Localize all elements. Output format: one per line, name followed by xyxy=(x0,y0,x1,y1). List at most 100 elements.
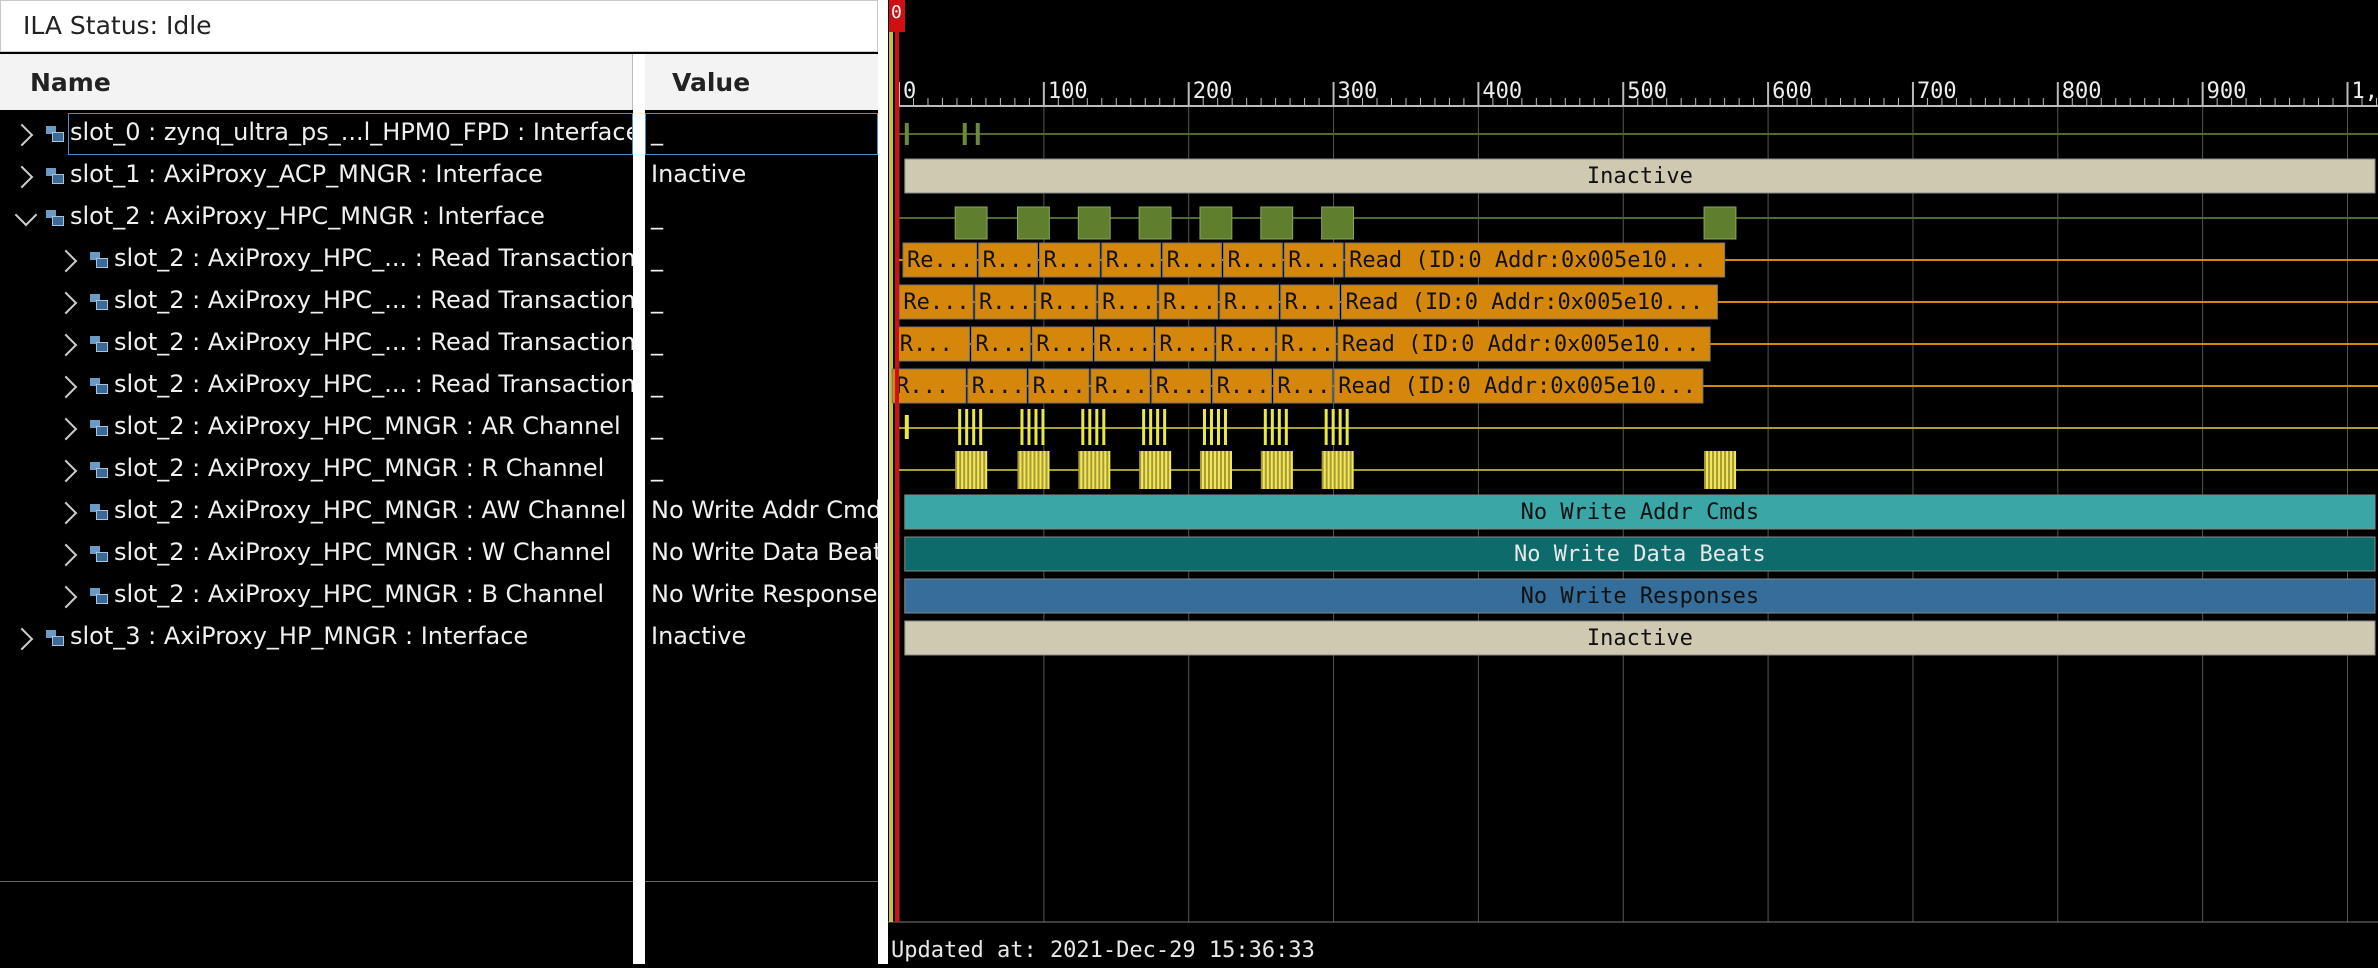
chevron-down-icon[interactable] xyxy=(15,204,38,227)
interface-icon xyxy=(46,630,64,646)
signal-name: slot_2 : AxiProxy_HPC_MNGR : W Channel xyxy=(114,538,611,566)
chevron-right-icon[interactable] xyxy=(11,166,34,189)
signal-row[interactable]: slot_3 : AxiProxy_HP_MNGR : Interface xyxy=(0,617,633,659)
ruler-label: 400 xyxy=(1482,79,1522,104)
selected-row-outline xyxy=(68,113,633,155)
chevron-right-icon[interactable] xyxy=(55,418,78,441)
signal-name: slot_2 : AxiProxy_HPC_MNGR : R Channel xyxy=(114,454,604,482)
r-beat xyxy=(1324,451,1326,489)
r-beat xyxy=(1336,451,1338,489)
bar-label: Read (ID:0 Addr:0x005e10... xyxy=(1349,248,1707,273)
signal-name: slot_2 : AxiProxy_HPC_MNGR : AW Channel xyxy=(114,496,626,524)
r-beat xyxy=(1348,451,1350,489)
chevron-right-icon[interactable] xyxy=(55,376,78,399)
signal-value[interactable]: No Write Data Beats xyxy=(645,533,878,575)
r-beat xyxy=(1730,451,1732,489)
ar-pulse xyxy=(1163,409,1166,445)
name-column-header[interactable]: Name xyxy=(0,54,633,110)
signal-row[interactable]: slot_2 : AxiProxy_HPC_MNGR : Interface xyxy=(0,197,633,239)
signal-row[interactable]: slot_2 : AxiProxy_HPC_MNGR : AW Channel xyxy=(0,491,633,533)
bar-label: R... xyxy=(1288,248,1341,273)
ar-pulse xyxy=(1027,409,1030,445)
signal-value[interactable]: _ xyxy=(645,365,878,407)
ruler-label: 0 xyxy=(903,79,916,104)
bar-label: R... xyxy=(1159,332,1212,357)
signal-row[interactable]: slot_2 : AxiProxy_HPC_MNGR : R Channel xyxy=(0,449,633,491)
signal-value[interactable]: Inactive xyxy=(645,617,878,659)
r-beat xyxy=(1344,451,1346,489)
signal-value[interactable]: _ xyxy=(645,239,878,281)
chevron-right-icon[interactable] xyxy=(55,502,78,525)
signal-name: slot_3 : AxiProxy_HP_MNGR : Interface xyxy=(70,622,528,650)
chevron-right-icon[interactable] xyxy=(11,628,34,651)
signal-value-text: Inactive xyxy=(651,622,746,650)
signal-row[interactable]: slot_2 : AxiProxy_HPC_MNGR : AR Channel xyxy=(0,407,633,449)
ar-pulse xyxy=(1210,409,1213,445)
r-beat xyxy=(1352,451,1354,489)
bar-label: R... xyxy=(972,374,1025,399)
signal-row[interactable]: slot_1 : AxiProxy_ACP_MNGR : Interface xyxy=(0,155,633,197)
signal-value[interactable]: _ xyxy=(645,449,878,491)
bar-label: R... xyxy=(975,332,1028,357)
interface-icon xyxy=(90,588,108,604)
r-beat xyxy=(1706,451,1708,489)
signal-value[interactable]: Inactive xyxy=(645,155,878,197)
viewport-edge xyxy=(889,0,893,922)
r-beat xyxy=(1287,451,1289,489)
chevron-right-icon[interactable] xyxy=(55,460,78,483)
chevron-right-icon[interactable] xyxy=(11,124,34,147)
chevron-right-icon[interactable] xyxy=(55,544,78,567)
signal-value-text: _ xyxy=(651,412,663,440)
signal-value[interactable]: _ xyxy=(645,323,878,365)
bar-label: R... xyxy=(1285,290,1338,315)
r-beat xyxy=(1141,451,1143,489)
r-beat xyxy=(1206,451,1208,489)
burst-block xyxy=(1200,207,1232,239)
signal-value[interactable]: _ xyxy=(645,197,878,239)
r-beat xyxy=(1275,451,1277,489)
signal-value-text: _ xyxy=(651,286,663,314)
signal-row[interactable]: slot_2 : AxiProxy_HPC_... : Read Transac… xyxy=(0,323,633,365)
r-beat xyxy=(1161,451,1163,489)
bar-label: R... xyxy=(900,332,953,357)
chevron-right-icon[interactable] xyxy=(55,292,78,315)
signal-row[interactable]: slot_2 : AxiProxy_HPC_... : Read Transac… xyxy=(0,239,633,281)
signal-value[interactable]: No Write Addr Cmds xyxy=(645,491,878,533)
r-beat xyxy=(1218,451,1220,489)
signal-value[interactable]: No Write Responses xyxy=(645,575,878,617)
chevron-right-icon[interactable] xyxy=(55,250,78,273)
ar-pulse xyxy=(1142,409,1145,445)
bar-label: R... xyxy=(896,374,949,399)
signal-row[interactable]: slot_2 : AxiProxy_HPC_... : Read Transac… xyxy=(0,365,633,407)
panel-splitter[interactable] xyxy=(878,0,888,964)
r-beat xyxy=(1279,451,1281,489)
signal-row[interactable]: slot_2 : AxiProxy_HPC_... : Read Transac… xyxy=(0,281,633,323)
ruler-label: 800 xyxy=(2062,79,2102,104)
signal-value[interactable]: _ xyxy=(645,281,878,323)
r-beat xyxy=(1031,451,1033,489)
r-beat xyxy=(1271,451,1273,489)
signal-value[interactable]: _ xyxy=(645,407,878,449)
burst-block xyxy=(955,207,987,239)
bar-label: R... xyxy=(1036,332,1089,357)
signal-row[interactable]: slot_2 : AxiProxy_HPC_MNGR : W Channel xyxy=(0,533,633,575)
chevron-right-icon[interactable] xyxy=(55,334,78,357)
value-header-label: Value xyxy=(672,68,750,97)
column-divider[interactable] xyxy=(633,54,645,964)
value-column-header[interactable]: Value xyxy=(645,54,878,110)
r-beat xyxy=(1096,451,1098,489)
waveform-viewer[interactable]: 01002003004005006007008009001,0InactiveR… xyxy=(888,0,2378,964)
burst-block xyxy=(1139,207,1171,239)
r-beat xyxy=(1080,451,1082,489)
interface-icon xyxy=(90,462,108,478)
r-beat xyxy=(1726,451,1728,489)
chevron-right-icon[interactable] xyxy=(55,586,78,609)
ar-pulse xyxy=(1041,409,1044,445)
r-beat xyxy=(1019,451,1021,489)
signal-row[interactable]: slot_2 : AxiProxy_HPC_MNGR : B Channel xyxy=(0,575,633,617)
ar-pulse xyxy=(1278,409,1281,445)
bar-label: R... xyxy=(1102,290,1155,315)
r-beat xyxy=(985,451,987,489)
value-bottom-divider xyxy=(645,881,878,882)
waveform-canvas[interactable]: 01002003004005006007008009001,0InactiveR… xyxy=(888,0,2378,964)
